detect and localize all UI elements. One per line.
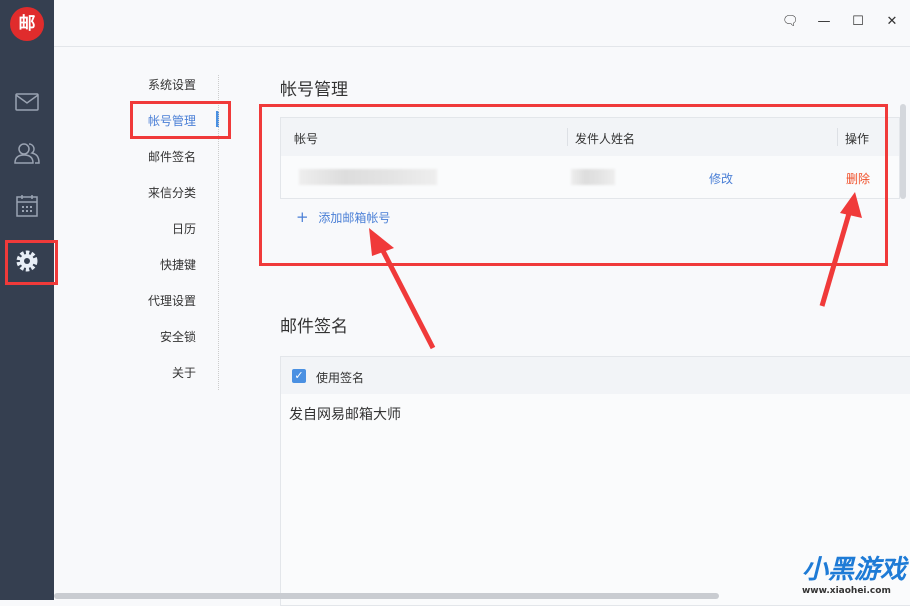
use-signature-checkbox[interactable]: ✓ (292, 369, 306, 383)
signature-text[interactable]: 发自网易邮箱大师 (281, 394, 910, 434)
watermark-url: www.xiaohei.com (801, 586, 891, 596)
watermark: 小黑游戏 www.xiaohei.com (802, 549, 906, 596)
horizontal-scrollbar[interactable] (54, 593, 719, 599)
watermark-text: 小黑游戏 (801, 555, 906, 585)
signature-title: 邮件签名 (280, 317, 348, 337)
use-signature-label: 使用签名 (316, 371, 365, 385)
vertical-scrollbar[interactable] (900, 104, 906, 199)
